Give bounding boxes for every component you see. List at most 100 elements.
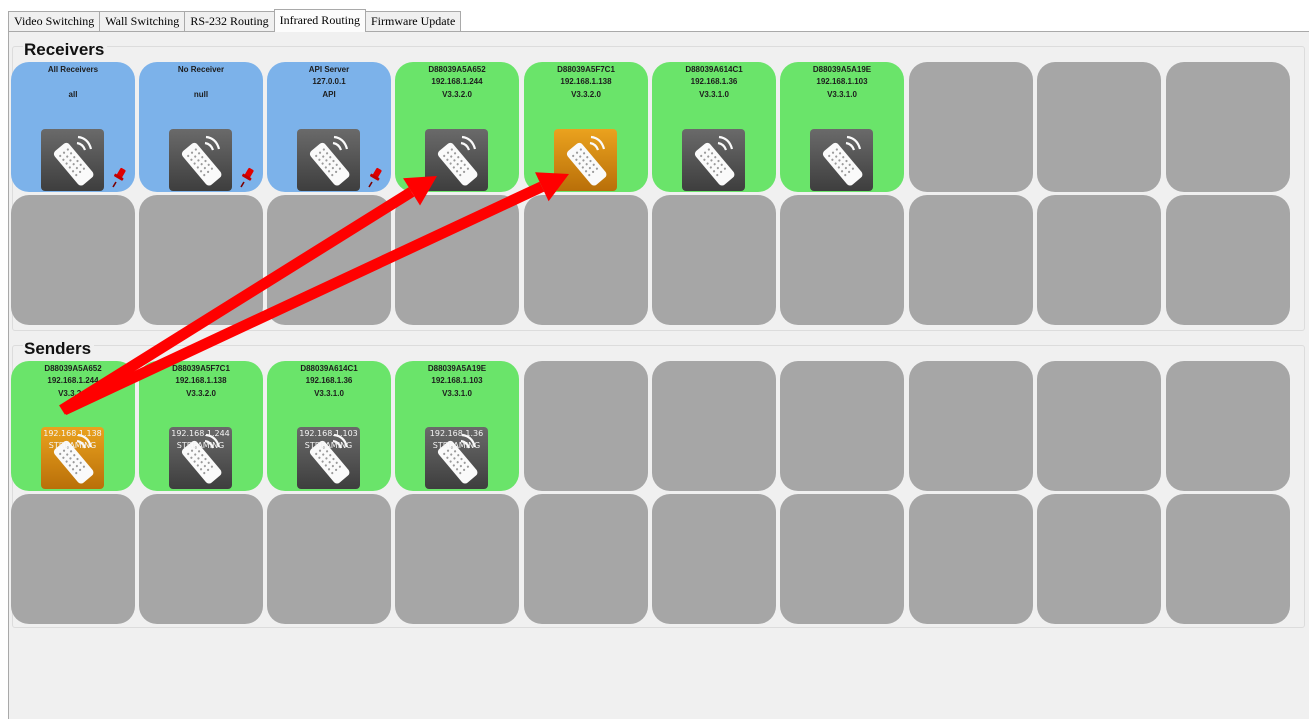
tab-rs232-routing[interactable]: RS-232 Routing bbox=[184, 11, 275, 31]
receivers-title: Receivers bbox=[23, 40, 108, 60]
receiver-tile[interactable]: D88039A614C1 192.168.1.36 V3.3.1.0 bbox=[652, 62, 776, 192]
device-ip: 192.168.1.138 bbox=[560, 77, 612, 86]
empty-slot[interactable] bbox=[139, 494, 263, 624]
tab-video-switching[interactable]: Video Switching bbox=[8, 11, 101, 31]
remote-control-icon[interactable]: 192.168.1.103 STREAMING bbox=[297, 427, 360, 489]
remote-control-icon[interactable] bbox=[169, 129, 232, 191]
device-version: V3.3.1.0 bbox=[827, 90, 857, 99]
empty-slot[interactable] bbox=[524, 195, 648, 325]
sender-tile[interactable]: D88039A5F7C1 192.168.1.138 V3.3.2.0 192.168… bbox=[139, 361, 263, 491]
device-ip: 127.0.0.1 bbox=[312, 77, 346, 86]
tab-bar: Video Switching Wall Switching RS-232 Ro… bbox=[8, 9, 462, 32]
remote-control-icon[interactable]: 192.168.1.36 STREAMING bbox=[425, 427, 488, 489]
device-version: V3.3.2.0 bbox=[442, 90, 472, 99]
remote-control-icon[interactable] bbox=[297, 129, 360, 191]
tab-firmware-update[interactable]: Firmware Update bbox=[364, 11, 462, 31]
device-version: V3.3.1.0 bbox=[314, 389, 344, 398]
remote-control-icon[interactable] bbox=[810, 129, 873, 191]
receiver-tile[interactable]: D88039A5A652 192.168.1.244 V3.3.2.0 bbox=[395, 62, 519, 192]
empty-slot[interactable] bbox=[652, 494, 776, 624]
stream-target-ip: 192.168.1.244 bbox=[171, 429, 230, 438]
empty-slot[interactable] bbox=[1037, 62, 1161, 192]
device-ip: 192.168.1.138 bbox=[175, 376, 227, 385]
device-name: No Receiver bbox=[177, 65, 225, 74]
empty-slot[interactable] bbox=[780, 361, 904, 491]
remote-control-icon[interactable] bbox=[554, 129, 617, 191]
tab-wall-switching[interactable]: Wall Switching bbox=[99, 11, 186, 31]
sender-tile[interactable]: D88039A614C1 192.168.1.36 V3.3.1.0 192.168.… bbox=[267, 361, 391, 491]
device-name: D88039A614C1 bbox=[685, 65, 743, 74]
device-version: null bbox=[193, 90, 209, 99]
tab-infrared-routing[interactable]: Infrared Routing bbox=[273, 9, 366, 32]
device-ip: 192.168.1.36 bbox=[690, 77, 738, 86]
stream-target-ip: 192.168.1.138 bbox=[43, 429, 102, 438]
device-ip: 192.168.1.103 bbox=[431, 376, 483, 385]
remote-control-icon[interactable] bbox=[682, 129, 745, 191]
device-version: API bbox=[322, 90, 336, 99]
empty-slot[interactable] bbox=[909, 361, 1033, 491]
device-ip: 192.168.1.244 bbox=[431, 77, 483, 86]
empty-slot[interactable] bbox=[395, 195, 519, 325]
receiver-tile[interactable]: All Receivers all bbox=[11, 62, 135, 192]
receiver-tile[interactable]: No Receiver null bbox=[139, 62, 263, 192]
device-ip: 192.168.1.103 bbox=[816, 77, 868, 86]
empty-slot[interactable] bbox=[780, 494, 904, 624]
empty-slot[interactable] bbox=[1166, 62, 1290, 192]
empty-slot[interactable] bbox=[1037, 494, 1161, 624]
empty-slot[interactable] bbox=[780, 195, 904, 325]
empty-slot[interactable] bbox=[524, 494, 648, 624]
empty-slot[interactable] bbox=[1037, 195, 1161, 325]
empty-slot[interactable] bbox=[1166, 195, 1290, 325]
device-version: all bbox=[68, 90, 78, 99]
empty-slot[interactable] bbox=[909, 195, 1033, 325]
device-name: D88039A5A652 bbox=[44, 364, 102, 373]
empty-slot[interactable] bbox=[524, 361, 648, 491]
device-name: API Server bbox=[308, 65, 350, 74]
empty-slot[interactable] bbox=[909, 494, 1033, 624]
remote-control-icon[interactable] bbox=[41, 129, 104, 191]
empty-slot[interactable] bbox=[909, 62, 1033, 192]
empty-slot[interactable] bbox=[395, 494, 519, 624]
pin-icon[interactable] bbox=[368, 166, 384, 188]
empty-slot[interactable] bbox=[11, 195, 135, 325]
device-ip: 192.168.1.36 bbox=[305, 376, 353, 385]
device-name: D88039A5A19E bbox=[427, 364, 487, 373]
receiver-tile[interactable]: D88039A5A19E 192.168.1.103 V3.3.1.0 bbox=[780, 62, 904, 192]
remote-control-icon[interactable] bbox=[425, 129, 488, 191]
empty-slot[interactable] bbox=[267, 494, 391, 624]
device-name: D88039A5F7C1 bbox=[172, 364, 230, 373]
empty-slot[interactable] bbox=[652, 195, 776, 325]
stream-target-ip: 192.168.1.103 bbox=[299, 429, 358, 438]
receiver-tile[interactable]: D88039A5F7C1 192.168.1.138 V3.3.2.0 bbox=[524, 62, 648, 192]
remote-control-icon[interactable]: 192.168.1.244 STREAMING bbox=[169, 427, 232, 489]
stream-status: STREAMING bbox=[48, 441, 97, 450]
sender-tile[interactable]: D88039A5A652 192.168.1.244 V3.3.2.0 192.168… bbox=[11, 361, 135, 491]
senders-title: Senders bbox=[23, 339, 95, 359]
stream-status: STREAMING bbox=[304, 441, 353, 450]
stream-status: STREAMING bbox=[432, 441, 481, 450]
pin-icon[interactable] bbox=[112, 166, 128, 188]
empty-slot[interactable] bbox=[1166, 361, 1290, 491]
device-version: V3.3.2.0 bbox=[571, 90, 601, 99]
receiver-tile[interactable]: API Server 127.0.0.1 API bbox=[267, 62, 391, 192]
remote-control-icon[interactable]: 192.168.1.138 STREAMING bbox=[41, 427, 104, 489]
empty-slot[interactable] bbox=[1166, 494, 1290, 624]
device-name: D88039A5A19E bbox=[812, 65, 872, 74]
device-version: V3.3.1.0 bbox=[699, 90, 729, 99]
pin-icon[interactable] bbox=[240, 166, 256, 188]
empty-slot[interactable] bbox=[11, 494, 135, 624]
device-version: V3.3.1.0 bbox=[442, 389, 472, 398]
empty-slot[interactable] bbox=[652, 361, 776, 491]
device-name: D88039A5F7C1 bbox=[557, 65, 615, 74]
empty-slot[interactable] bbox=[1037, 361, 1161, 491]
sender-tile[interactable]: D88039A5A19E 192.168.1.103 V3.3.1.0 192.168… bbox=[395, 361, 519, 491]
empty-slot[interactable] bbox=[139, 195, 263, 325]
device-version: V3.3.2.0 bbox=[186, 389, 216, 398]
device-name: D88039A614C1 bbox=[300, 364, 358, 373]
empty-slot[interactable] bbox=[267, 195, 391, 325]
stream-status: STREAMING bbox=[176, 441, 225, 450]
stream-target-ip: 192.168.1.36 bbox=[429, 429, 484, 438]
device-name: All Receivers bbox=[47, 65, 99, 74]
device-ip: 192.168.1.244 bbox=[47, 376, 99, 385]
device-name: D88039A5A652 bbox=[428, 65, 486, 74]
